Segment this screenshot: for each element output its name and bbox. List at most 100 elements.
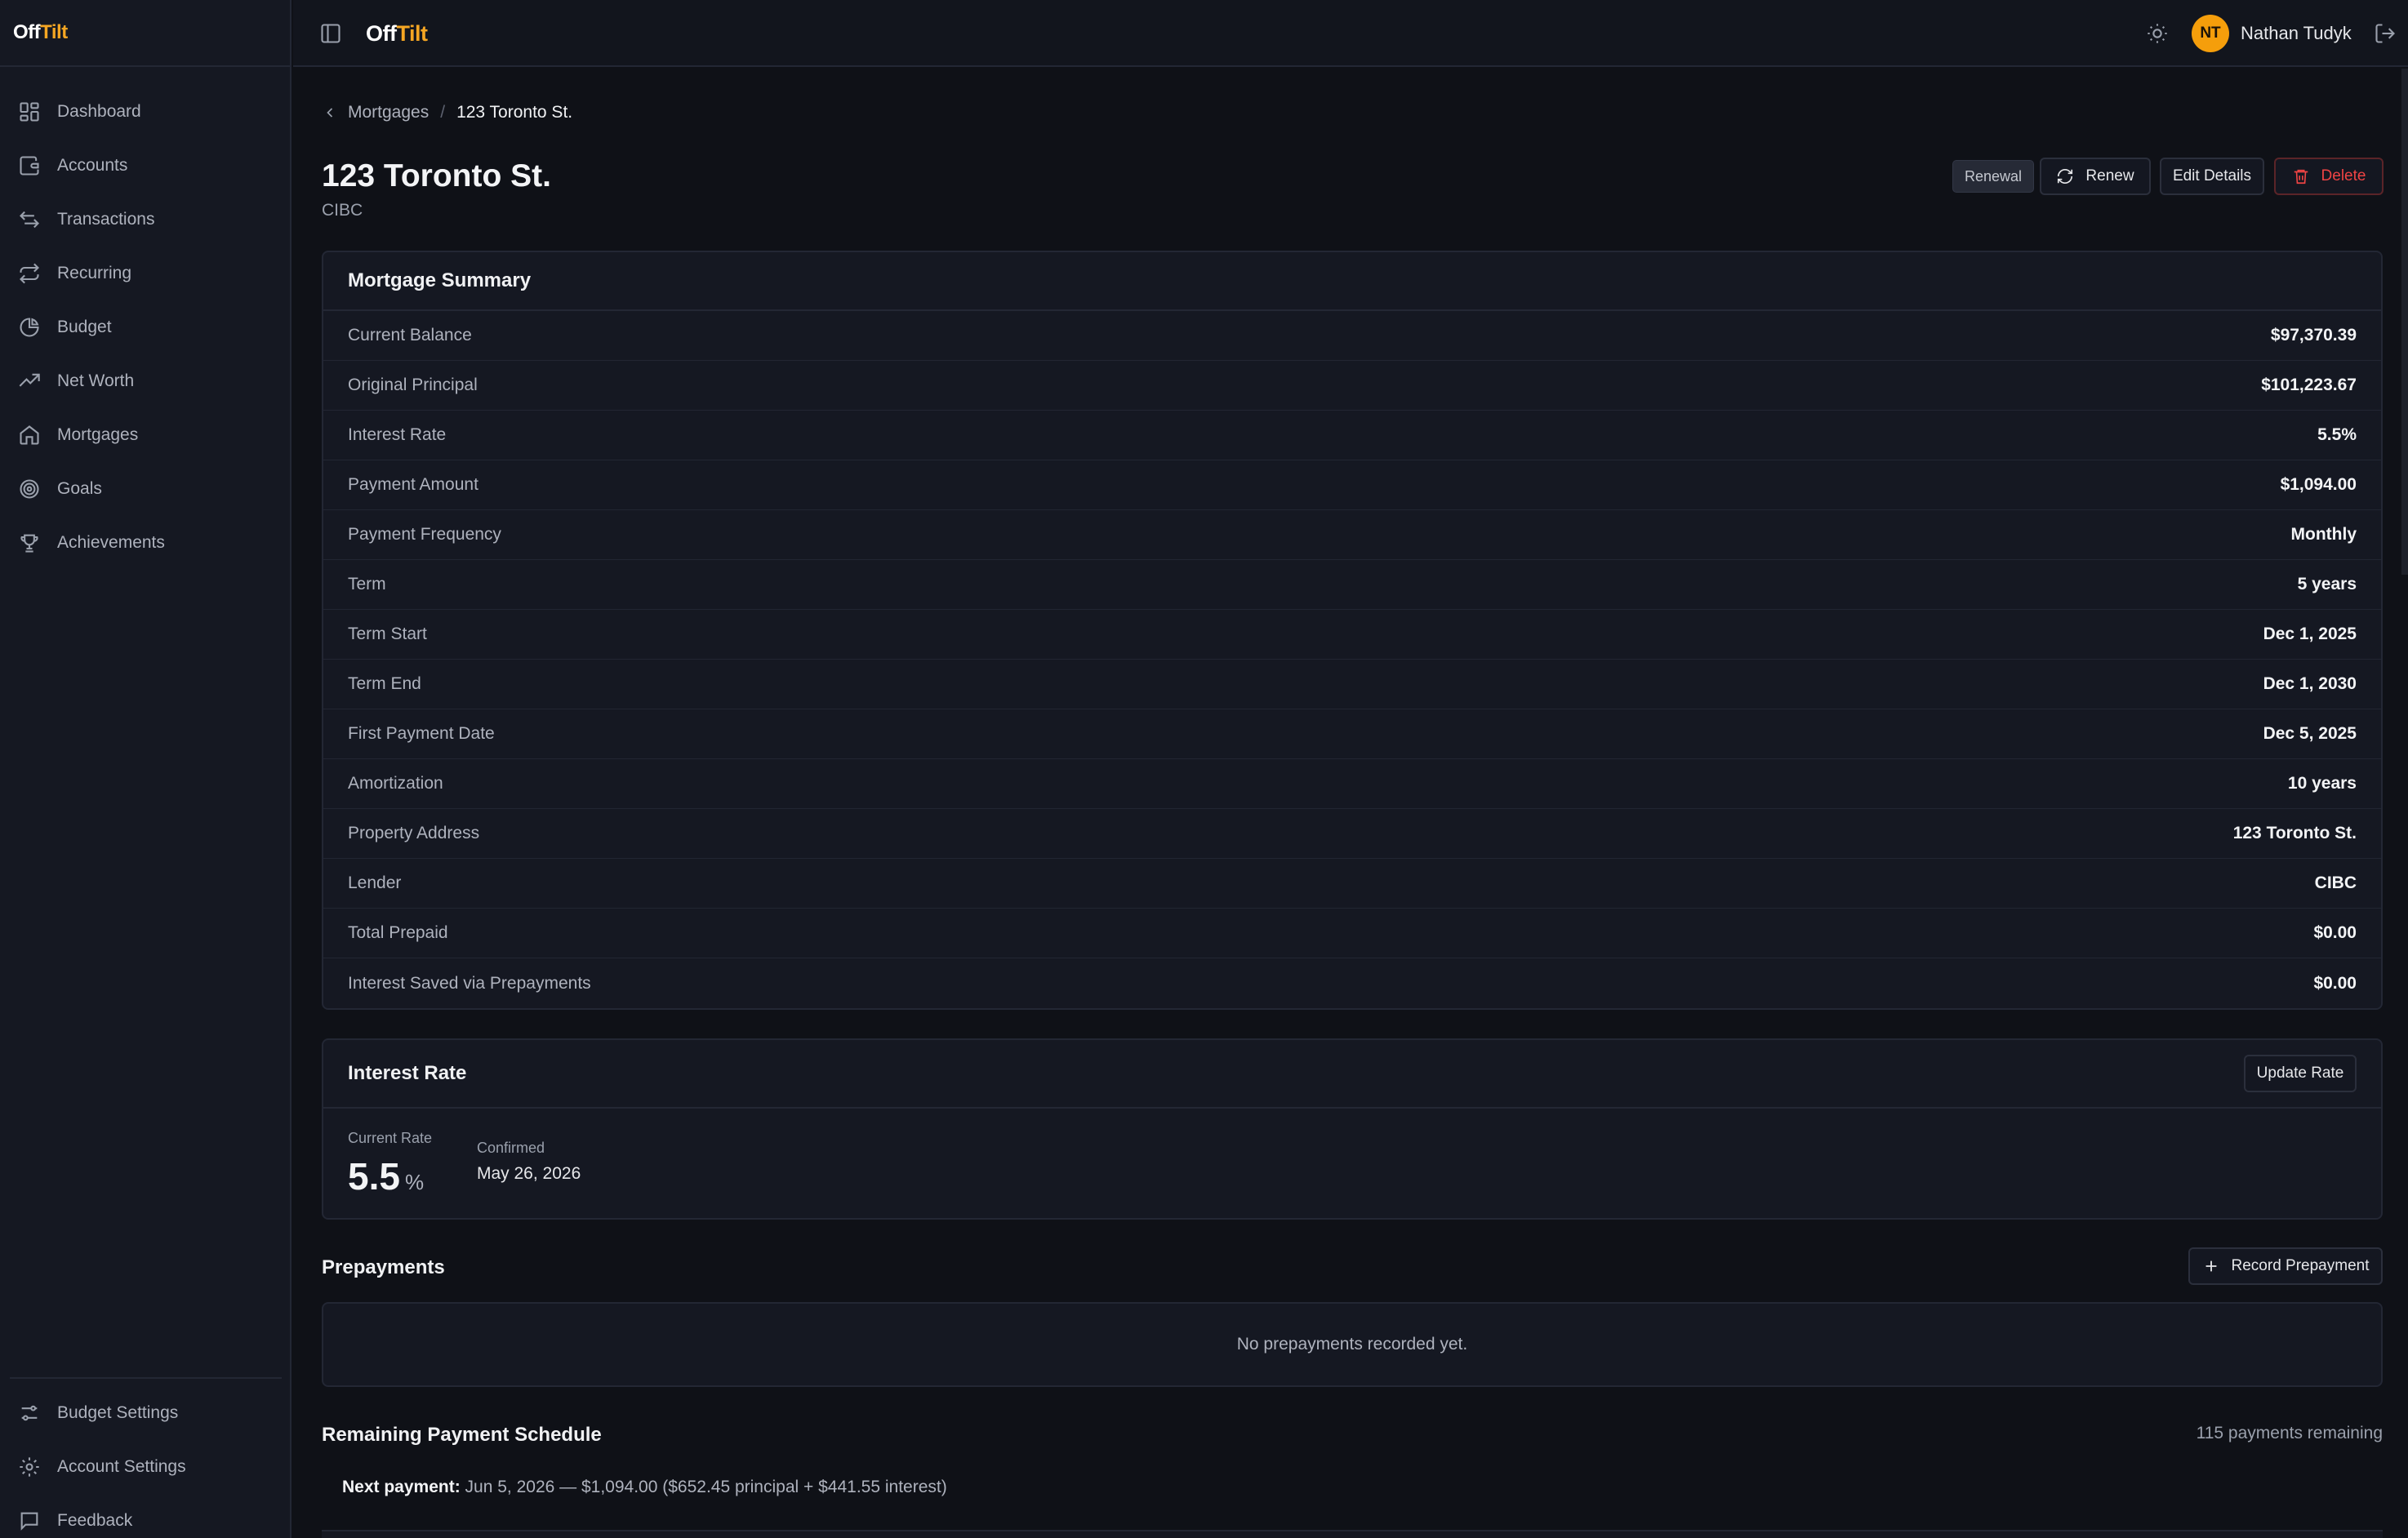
sidebar-item-net-worth[interactable]: Net Worth [0,354,290,408]
delete-button[interactable]: Delete [2274,158,2384,195]
sidebar-item-dashboard[interactable]: Dashboard [0,85,290,139]
plus-icon [2205,1260,2216,1272]
sidebar-item-goals[interactable]: Goals [0,462,290,516]
row-label: Interest Rate [348,425,447,444]
sidebar-item-recurring[interactable]: Recurring [0,247,290,300]
row-value: 5 years [2297,575,2357,593]
summary-row-term-start: Term Start Dec 1, 2025 [323,610,2381,660]
summary-row-term-end: Term End Dec 1, 2030 [323,660,2381,709]
logout-icon[interactable] [2374,22,2397,45]
breadcrumb-separator: / [440,103,446,122]
sidebar-item-label: Budget Settings [57,1403,179,1422]
prepayments-card: No prepayments recorded yet. [322,1302,2383,1387]
avatar[interactable]: NT [2192,15,2229,52]
current-rate-unit: % [404,1170,425,1194]
interest-rate-card: Interest Rate Update Rate Current Rate 5… [322,1038,2383,1220]
summary-rows: Current Balance $97,370.39 Original Princ… [323,311,2381,1008]
sidebar-item-budget-settings[interactable]: Budget Settings [0,1386,290,1440]
sidebar-item-label: Feedback [57,1511,133,1530]
renew-button[interactable]: Renew [2040,158,2151,195]
sidebar-item-label: Mortgages [57,425,139,444]
sidebar-item-accounts[interactable]: Accounts [0,139,290,193]
next-payment-text: Jun 5, 2026 — $1,094.00 ($652.45 princip… [465,1478,947,1496]
dashboard-icon [20,102,39,122]
pie-chart-icon [20,318,39,337]
summary-row-payment-amount: Payment Amount $1,094.00 [323,460,2381,510]
target-icon [20,479,39,499]
sidebar-item-achievements[interactable]: Achievements [0,516,290,570]
row-label: Current Balance [348,326,472,344]
payments-remaining: 115 payments remaining [2196,1424,2383,1442]
row-label: Term [348,575,386,593]
home-icon [20,425,39,445]
sidebar-item-feedback[interactable]: Feedback [0,1494,290,1538]
update-rate-button[interactable]: Update Rate [2244,1055,2357,1092]
sidebar-item-budget[interactable]: Budget [0,300,290,354]
edit-details-label: Edit Details [2172,167,2252,184]
row-label: Term End [348,674,421,693]
sidebar-brand: OffTilt [0,0,290,67]
sun-icon[interactable] [2146,22,2169,45]
sidebar-toggle-icon[interactable] [319,22,342,45]
logo[interactable]: OffTilt [13,21,68,44]
row-label: Amortization [348,774,443,793]
breadcrumb-current: 123 Toronto St. [456,103,573,122]
logo-part-tilt: Tilt [396,21,428,46]
row-label: Interest Saved via Prepayments [348,973,591,993]
sidebar: OffTilt Dashboard Accounts Transactions … [0,0,292,1538]
sidebar-item-mortgages[interactable]: Mortgages [0,408,290,462]
row-label: Lender [348,873,402,892]
row-label: Payment Frequency [348,525,501,544]
row-label: Payment Amount [348,475,478,494]
row-value: Dec 1, 2030 [2263,674,2357,693]
summary-row-payment-frequency: Payment Frequency Monthly [323,510,2381,560]
delete-button-label: Delete [2321,167,2366,184]
current-rate-value: 5.5 [348,1155,400,1198]
row-value: $1,094.00 [2280,475,2357,494]
summary-row-lender: Lender CIBC [323,859,2381,909]
sidebar-item-account-settings[interactable]: Account Settings [0,1440,290,1494]
confirmed-date: May 26, 2026 [477,1164,581,1183]
edit-details-button[interactable]: Edit Details [2160,158,2264,195]
user-name[interactable]: Nathan Tudyk [2241,23,2352,44]
row-value: Monthly [2290,525,2357,544]
repeat-icon [20,263,39,284]
row-label: First Payment Date [348,724,495,743]
page-title: 123 Toronto St. [322,158,551,193]
sidebar-item-label: Recurring [57,264,132,282]
trash-icon [2294,169,2308,184]
prepayments-title: Prepayments [322,1256,445,1278]
record-prepayment-button[interactable]: Record Prepayment [2188,1247,2383,1285]
row-label: Property Address [348,824,480,842]
schedule-table-edge [322,1530,2383,1538]
current-rate-label: Current Rate [348,1130,433,1146]
header-logo[interactable]: OffTilt [366,21,428,47]
sidebar-bottom-nav: Budget Settings Account Settings Feedbac… [0,1386,290,1538]
sidebar-item-transactions[interactable]: Transactions [0,193,290,247]
schedule-title: Remaining Payment Schedule [322,1424,602,1446]
row-value: 10 years [2287,774,2357,793]
refresh-icon [2058,168,2073,184]
summary-row-amortization: Amortization 10 years [323,759,2381,809]
row-value: Dec 1, 2025 [2263,625,2357,643]
mortgage-summary-title: Mortgage Summary [323,252,2381,311]
summary-row-total-prepaid: Total Prepaid $0.00 [323,909,2381,958]
sidebar-item-label: Transactions [57,210,155,229]
update-rate-label: Update Rate [2256,1065,2344,1082]
row-value: $101,223.67 [2261,376,2357,394]
summary-row-interest-saved: Interest Saved via Prepayments $0.00 [323,958,2381,1008]
interest-rate-body: Current Rate 5.5% Confirmed May 26, 2026 [323,1109,2381,1220]
breadcrumb-mortgages-link[interactable]: Mortgages [348,103,429,122]
sidebar-item-label: Achievements [57,533,165,552]
main-content: Mortgages / 123 Toronto St. 123 Toronto … [293,69,2408,1538]
logo-part-off: Off [366,21,397,46]
sidebar-item-label: Goals [57,479,102,498]
summary-row-property-address: Property Address 123 Toronto St. [323,809,2381,859]
page-subtitle: CIBC [322,201,363,220]
sidebar-item-label: Accounts [57,156,128,175]
chevron-left-icon[interactable] [322,104,338,121]
breadcrumb: Mortgages / 123 Toronto St. [322,103,572,122]
row-value: 123 Toronto St. [2232,824,2357,842]
status-badge: Renewal [1952,160,2035,193]
current-rate-value-wrap: 5.5% [348,1154,424,1198]
